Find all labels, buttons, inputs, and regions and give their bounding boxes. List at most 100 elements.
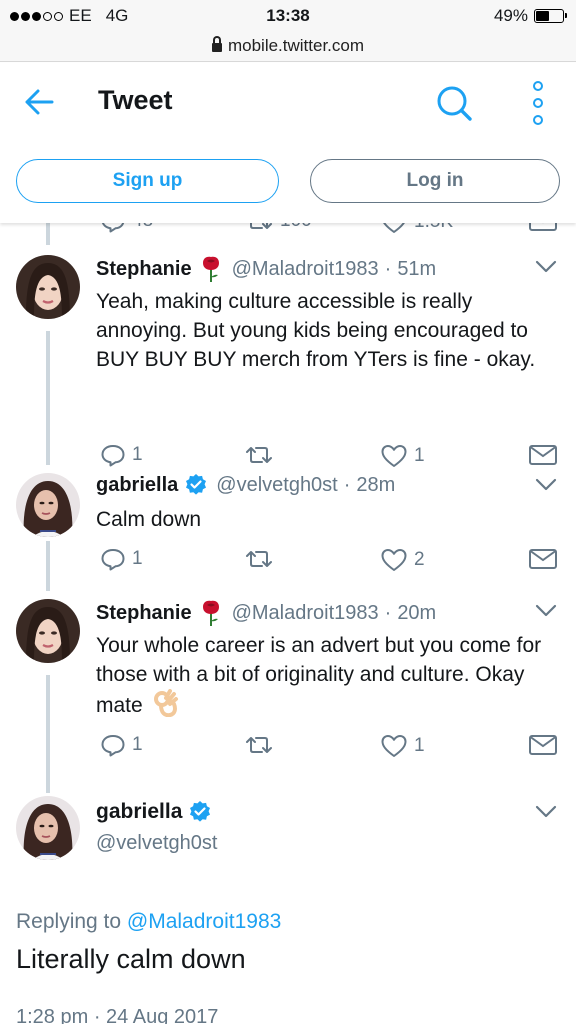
like-count: 2 xyxy=(414,549,425,570)
like-count: 1 xyxy=(414,445,425,466)
retweet-icon xyxy=(246,551,272,567)
url-text: mobile.twitter.com xyxy=(227,35,365,55)
envelope-icon xyxy=(529,445,557,465)
direct-message-button[interactable] xyxy=(528,547,558,571)
rose-icon xyxy=(200,255,222,283)
author-name[interactable]: gabriella xyxy=(96,474,178,497)
lock-icon xyxy=(211,35,222,53)
verified-badge-icon xyxy=(188,800,212,824)
author-handle[interactable]: @Maladroit1983 xyxy=(232,258,379,281)
tweet-menu-button[interactable] xyxy=(534,477,558,493)
tweet-actions: 1 1 xyxy=(96,733,566,763)
tweet-menu-button[interactable] xyxy=(534,804,558,820)
verified-badge-icon xyxy=(184,473,208,497)
retweet-button[interactable] xyxy=(244,547,280,571)
reply-icon xyxy=(101,445,125,467)
like-count: 1 xyxy=(414,735,425,756)
search-button[interactable] xyxy=(434,83,474,123)
retweet-count: 100 xyxy=(280,223,312,232)
author-handle[interactable]: @velvetgh0st xyxy=(216,474,337,497)
retweet-icon xyxy=(246,737,272,753)
direct-message-button[interactable] xyxy=(528,223,558,233)
focused-tweet: gabriella @velvetgh0st Replying to @Mala… xyxy=(0,796,576,1024)
chevron-down-icon xyxy=(535,604,557,617)
like-button[interactable]: 2 xyxy=(380,547,425,573)
separator: · xyxy=(343,473,351,496)
ok-hand-emoji-icon xyxy=(153,689,179,725)
app-header: Tweet Sign up Log in xyxy=(0,63,576,223)
rose-icon xyxy=(200,599,222,627)
chevron-down-icon xyxy=(535,478,557,491)
direct-message-button[interactable] xyxy=(528,733,558,757)
tweet-actions: 1 2 xyxy=(96,547,566,577)
battery-icon xyxy=(534,9,567,23)
reply-icon xyxy=(101,223,125,233)
reply-count: 48 xyxy=(132,223,153,232)
direct-message-button[interactable] xyxy=(528,443,558,467)
tweet-time[interactable]: 28m xyxy=(356,474,395,497)
address-bar[interactable]: mobile.twitter.com xyxy=(0,30,576,62)
tweet-menu-button[interactable] xyxy=(534,259,558,275)
tweet-text: Your whole career is an advert but you c… xyxy=(96,631,566,725)
author-name[interactable]: gabriella xyxy=(96,800,182,824)
avatar[interactable] xyxy=(16,796,80,860)
author-name[interactable]: Stephanie xyxy=(96,602,192,625)
tweet-timestamp[interactable]: 1:28 pm · 24 Aug 2017 xyxy=(16,1006,218,1024)
retweet-icon xyxy=(246,447,272,463)
reply-button[interactable]: 48 xyxy=(100,223,153,233)
separator: · xyxy=(384,601,392,624)
envelope-icon xyxy=(529,223,557,231)
heart-icon xyxy=(381,549,407,571)
tweet-time[interactable]: 20m xyxy=(397,602,436,625)
like-button[interactable]: 1.5K xyxy=(380,223,453,235)
reply-button[interactable]: 1 xyxy=(100,547,143,571)
heart-icon xyxy=(381,445,407,467)
avatar[interactable] xyxy=(16,599,80,663)
log-in-button[interactable]: Log in xyxy=(310,159,560,203)
reply-icon xyxy=(101,549,125,571)
reply-mention-link[interactable]: @Maladroit1983 xyxy=(127,910,281,933)
like-button[interactable]: 1 xyxy=(380,733,425,759)
author-handle[interactable]: @Maladroit1983 xyxy=(232,602,379,625)
reply-count: 1 xyxy=(132,548,143,569)
author-handle[interactable]: @velvetgh0st xyxy=(96,832,217,855)
status-bar: EE 4G 13:38 49% xyxy=(0,0,576,30)
thread-connector xyxy=(46,675,50,793)
thread-connector xyxy=(46,331,50,465)
tweet-text: Calm down xyxy=(96,508,202,531)
dot-icon xyxy=(533,98,543,108)
battery-percent: 49% xyxy=(493,6,528,25)
search-icon xyxy=(437,86,472,121)
focused-tweet-text: Literally calm down xyxy=(16,944,246,974)
retweet-button[interactable] xyxy=(244,733,280,757)
avatar[interactable] xyxy=(16,473,80,537)
retweet-button[interactable] xyxy=(244,443,280,467)
thread-connector xyxy=(46,223,50,245)
replying-to: Replying to @Maladroit1983 xyxy=(16,910,281,934)
sign-up-button[interactable]: Sign up xyxy=(16,159,279,203)
heart-icon xyxy=(383,223,405,233)
back-arrow-icon xyxy=(25,89,54,115)
replying-label: Replying to xyxy=(16,910,122,933)
more-options-button[interactable] xyxy=(526,81,550,125)
tweet-menu-button[interactable] xyxy=(534,603,558,619)
reply-count: 1 xyxy=(132,444,143,465)
retweet-button[interactable]: 100 xyxy=(244,223,312,233)
reply-count: 1 xyxy=(132,734,143,755)
reply-button[interactable]: 1 xyxy=(100,733,143,757)
previous-tweet-actions: 48 100 1.5K xyxy=(0,223,576,233)
like-button[interactable]: 1 xyxy=(380,443,425,469)
conversation-thread: 48 100 1.5K Steph xyxy=(0,223,576,1024)
like-count: 1.5K xyxy=(414,223,453,233)
avatar[interactable] xyxy=(16,255,80,319)
reply-button[interactable]: 1 xyxy=(100,443,143,467)
heart-icon xyxy=(381,735,407,757)
chevron-down-icon xyxy=(535,260,557,273)
author-name[interactable]: Stephanie xyxy=(96,258,192,281)
tweet-time[interactable]: 51m xyxy=(397,258,436,281)
envelope-icon xyxy=(529,735,557,755)
retweet-icon xyxy=(250,223,272,229)
back-button[interactable] xyxy=(22,85,56,119)
reply-icon xyxy=(101,735,125,757)
thread-connector xyxy=(46,541,50,591)
